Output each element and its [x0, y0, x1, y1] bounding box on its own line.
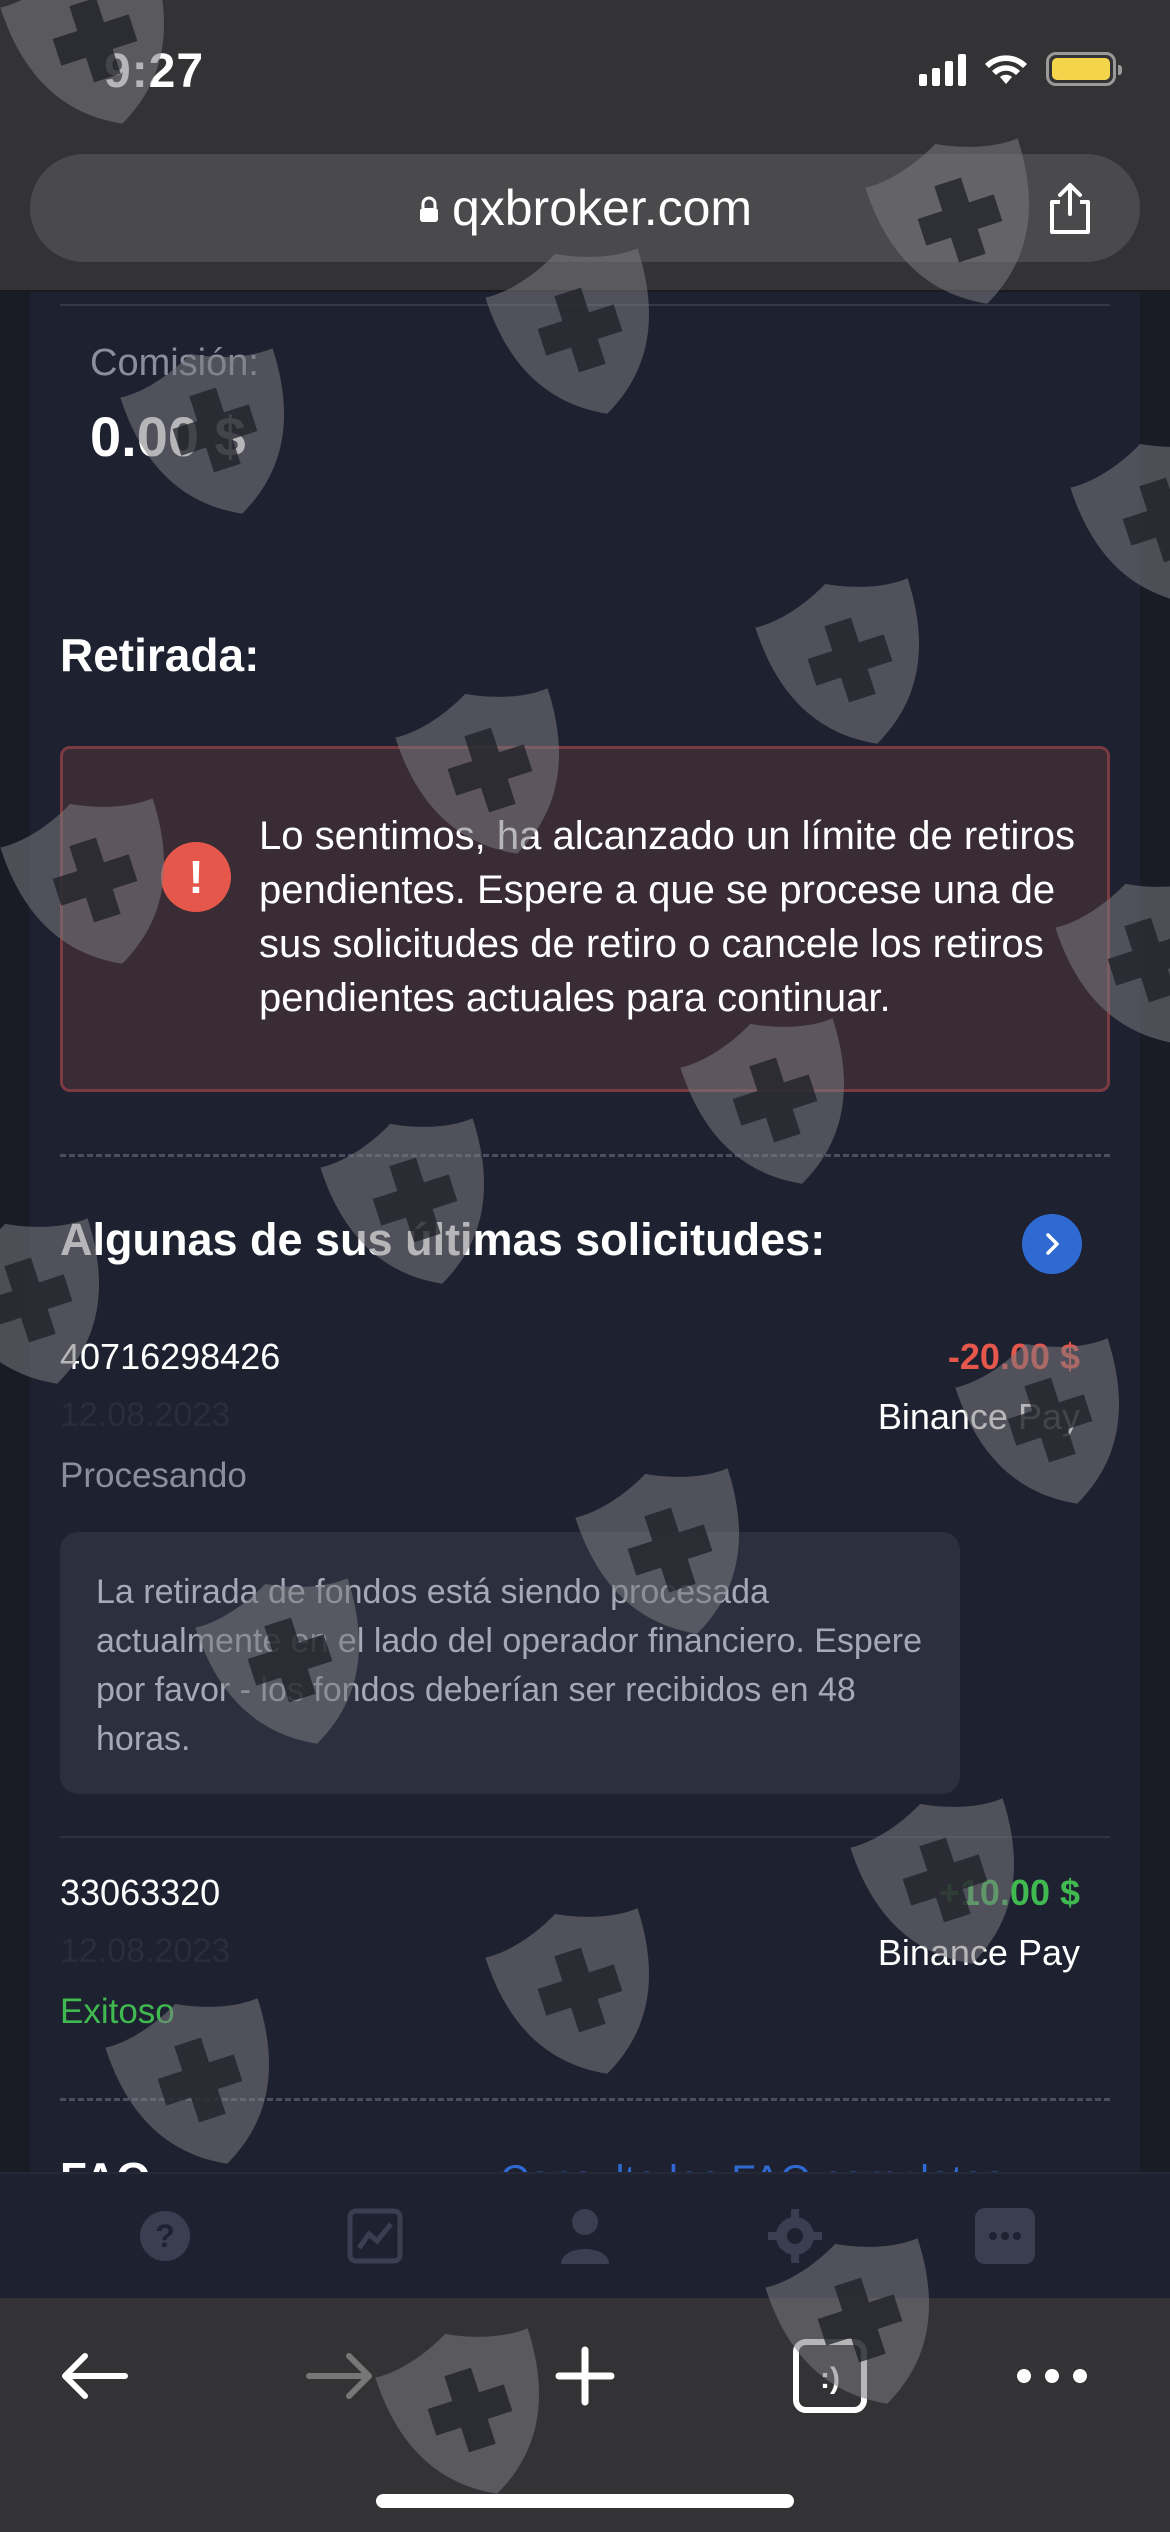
- page-content: Comisión: 0.00 $ Retirada: ! Lo sentimos…: [0, 292, 1170, 2172]
- home-indicator[interactable]: [376, 2494, 794, 2508]
- site-bottom-nav: ?: [0, 2172, 1170, 2298]
- forward-icon[interactable]: [290, 2326, 390, 2426]
- view-all-requests-button[interactable]: [1022, 1214, 1082, 1274]
- request-status: Procesando: [60, 1456, 247, 1495]
- withdrawal-panel: Comisión: 0.00 $ Retirada: ! Lo sentimos…: [30, 292, 1140, 2172]
- svg-text::): :): [820, 2362, 840, 2395]
- status-bar: 9:27: [0, 0, 1170, 140]
- commission-label: Comisión:: [90, 342, 259, 384]
- commission-value: 0.00 $: [90, 405, 246, 468]
- browser-toolbar: :): [0, 2298, 1170, 2532]
- request-date: 12.08.2023: [60, 1396, 231, 1434]
- dashed-divider: [60, 1154, 1110, 1157]
- request-date: 12.08.2023: [60, 1932, 231, 1970]
- recent-requests-title: Algunas de sus últimas solicitudes:: [60, 1214, 826, 1265]
- withdrawal-limit-alert: ! Lo sentimos, ha alcanzado un límite de…: [60, 746, 1110, 1092]
- back-icon[interactable]: [44, 2326, 144, 2426]
- request-amount: -20.00 $: [947, 1336, 1080, 1377]
- user-icon[interactable]: [555, 2206, 615, 2266]
- request-method: Binance Pay: [877, 1396, 1080, 1437]
- share-icon[interactable]: [1042, 180, 1098, 236]
- help-icon[interactable]: ?: [135, 2206, 195, 2266]
- dashed-divider: [60, 2098, 1110, 2101]
- tabs-icon[interactable]: :): [780, 2326, 880, 2426]
- exclamation-icon: !: [161, 842, 231, 912]
- request-note: La retirada de fondos está siendo proces…: [60, 1532, 960, 1794]
- alert-message: Lo sentimos, ha alcanzado un límite de r…: [259, 814, 1075, 1020]
- url-text: qxbroker.com: [451, 180, 753, 236]
- withdrawal-title: Retirada:: [60, 629, 260, 681]
- address-bar[interactable]: qxbroker.com: [30, 154, 1140, 262]
- more-icon[interactable]: [1002, 2326, 1102, 2426]
- faq-link[interactable]: Consulte las FAQ completas: [500, 2158, 1005, 2172]
- row-divider: [60, 1836, 1110, 1838]
- chart-icon[interactable]: [345, 2206, 405, 2266]
- status-icons: [919, 52, 1122, 86]
- clock: 9:27: [104, 45, 205, 98]
- request-id: 33063320: [60, 1872, 221, 1913]
- settings-icon[interactable]: [765, 2206, 825, 2266]
- svg-text:?: ?: [155, 2218, 175, 2254]
- request-id: 40716298426: [60, 1336, 281, 1377]
- request-amount: +10.00 $: [938, 1872, 1080, 1913]
- faq-title: FAQ: [60, 2154, 150, 2172]
- divider: [60, 304, 1110, 306]
- lock-icon: [419, 196, 438, 222]
- battery-icon: [1046, 52, 1122, 86]
- new-tab-icon[interactable]: [535, 2326, 635, 2426]
- chevron-right-icon: [1046, 1233, 1059, 1255]
- chat-icon[interactable]: [975, 2206, 1035, 2266]
- request-status: Exitoso: [60, 1992, 175, 2031]
- wifi-icon: [985, 55, 1027, 84]
- browser-address-area: qxbroker.com: [0, 140, 1170, 292]
- request-method: Binance Pay: [877, 1932, 1080, 1973]
- cellular-signal-icon: [919, 52, 966, 86]
